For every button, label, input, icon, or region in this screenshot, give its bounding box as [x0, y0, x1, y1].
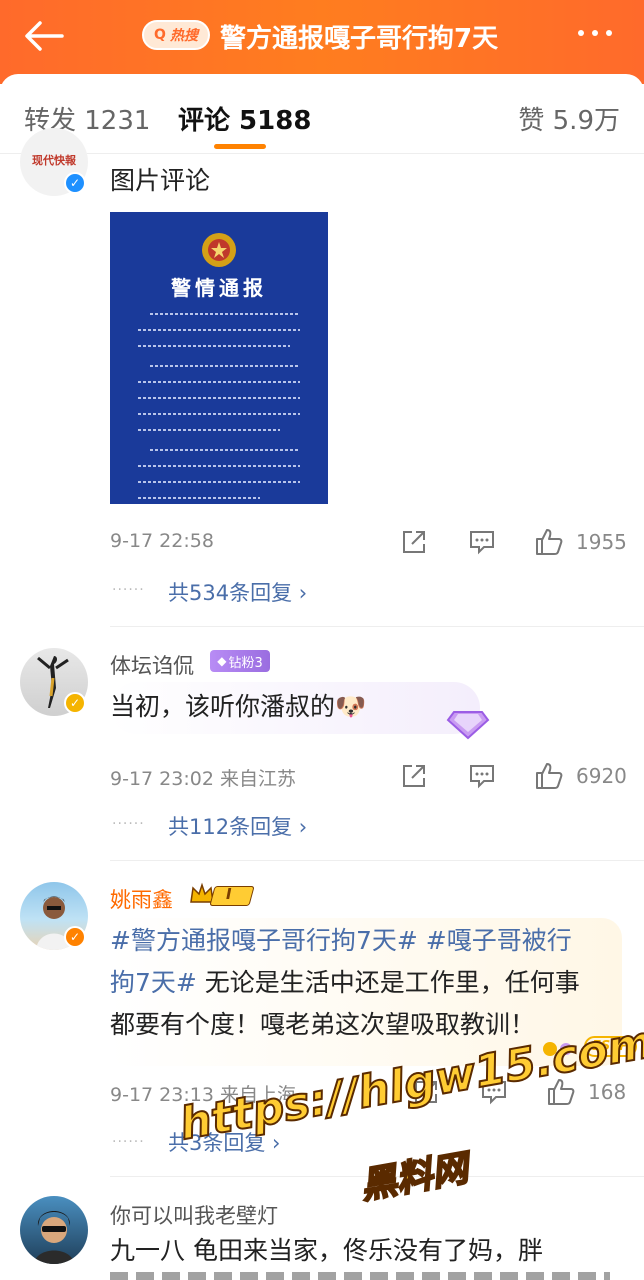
- hashtag-link[interactable]: 拘7天#: [110, 968, 197, 997]
- tab-like[interactable]: 赞 5.9万: [518, 100, 620, 137]
- diamond-sticker-icon: [446, 711, 490, 740]
- police-emblem-icon: [202, 233, 236, 267]
- verified-icon: ✓: [64, 172, 86, 194]
- comment-icon[interactable]: [468, 528, 496, 556]
- verified-icon: ✓: [64, 692, 86, 714]
- comment-time: 9-17 22:58: [110, 530, 214, 552]
- comment-text-line-3: 都要有个度！嘎老弟这次望吸取教训！: [110, 1010, 536, 1039]
- active-tab-indicator: [214, 144, 266, 149]
- reply-dots: ······: [112, 816, 145, 832]
- search-icon: Q: [154, 27, 166, 43]
- view-replies-link[interactable]: 共112条回复 ›: [168, 811, 307, 841]
- comment-image[interactable]: 警情通报: [110, 212, 328, 504]
- like-icon[interactable]: [534, 761, 564, 791]
- more-options-icon[interactable]: [578, 30, 612, 36]
- back-arrow-icon[interactable]: [22, 18, 66, 54]
- share-icon[interactable]: [400, 762, 428, 790]
- user-name[interactable]: 体坛诌侃: [110, 650, 194, 680]
- share-icon[interactable]: [400, 528, 428, 556]
- page-title: 警方通报嘎子哥行拘7天: [220, 24, 499, 54]
- hot-search-label: 热搜: [169, 28, 198, 44]
- verified-icon: ✓: [64, 926, 86, 948]
- like-icon[interactable]: [534, 527, 564, 557]
- user-name[interactable]: 你可以叫我老壁灯: [110, 1200, 278, 1230]
- reply-dots: ······: [112, 1134, 145, 1150]
- divider: [110, 860, 644, 861]
- partial-text-line: [110, 1272, 610, 1280]
- comment-time-location: 9-17 23:02 来自江苏: [110, 768, 296, 790]
- like-count: 1955: [576, 530, 627, 554]
- tab-comment[interactable]: 评论 5188: [178, 100, 311, 137]
- hashtag-link[interactable]: #嘎子哥被行: [426, 926, 572, 955]
- hashtag-link[interactable]: #警方通报嘎子哥行拘7天#: [110, 926, 418, 955]
- hot-search-badge[interactable]: Q 热搜: [142, 20, 210, 50]
- like-count: 168: [588, 1080, 627, 1104]
- comment-icon[interactable]: [468, 762, 496, 790]
- user-name[interactable]: 姚雨鑫: [110, 884, 173, 914]
- fan-badge: ◆ 钻粉3: [210, 650, 270, 672]
- like-count: 6920: [576, 764, 627, 788]
- notice-text-lines: [138, 313, 300, 499]
- reply-dots: ······: [112, 582, 145, 598]
- comment-text-line-1: #警方通报嘎子哥行拘7天# #嘎子哥被行: [110, 920, 572, 962]
- comment-text-line-2: 拘7天# 无论是生活中还是工作里，任何事: [110, 968, 580, 997]
- avatar-logo-text: 现代快報: [32, 154, 76, 167]
- image-notice-title: 警情通报: [171, 276, 267, 300]
- avatar[interactable]: [20, 1196, 88, 1264]
- vip-crown-badge: I: [188, 882, 256, 908]
- diamond-icon: ◆: [217, 654, 227, 668]
- comment-text: 图片评论: [110, 166, 211, 195]
- divider: [110, 626, 644, 627]
- view-replies-link[interactable]: 共534条回复 ›: [168, 577, 307, 607]
- top-bar: Q 热搜 警方通报嘎子哥行拘7天: [0, 0, 644, 84]
- avatar-person: [34, 1211, 74, 1264]
- comment-text: 九一八 龟田来当家，佟乐没有了妈，胖: [110, 1236, 543, 1265]
- comment-text: 当初，该听你潘叔的🐶: [110, 692, 367, 721]
